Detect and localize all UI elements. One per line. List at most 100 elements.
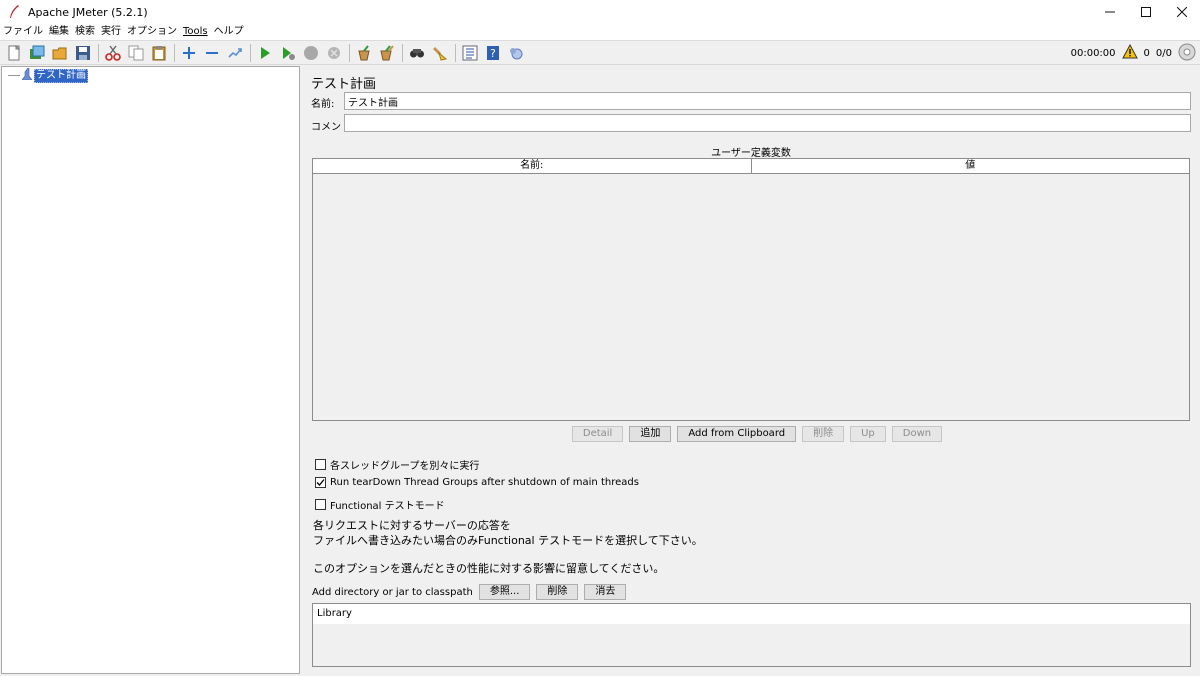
open-icon (52, 47, 67, 59)
title-bar: Apache JMeter (5.2.1) (0, 0, 1200, 24)
classpath-delete-button[interactable]: 削除 (536, 584, 579, 600)
running-indicator-icon (1178, 43, 1196, 64)
clear-all-button[interactable] (376, 42, 398, 64)
add-button[interactable]: 追加 (629, 426, 672, 442)
function-helper-button[interactable] (459, 42, 481, 64)
up-button[interactable]: Up (850, 426, 886, 442)
svg-text:?: ? (490, 47, 496, 60)
serialize-label: 各スレッドグループを別々に実行 (330, 461, 480, 472)
library-column-header[interactable]: Library (313, 604, 1190, 624)
functional-note-line2: ファイルへ書き込みたい場合のみFunctional テストモードを選択して下さい… (313, 534, 703, 547)
test-plan-panel: テスト計画 名前: コメント: ユーザー定義変数 名前: 値 Detail 追加… (304, 66, 1200, 676)
reset-search-button[interactable] (429, 42, 451, 64)
toolbar-separator (455, 43, 456, 62)
column-header-name[interactable]: 名前: (313, 159, 751, 173)
menu-help[interactable]: ヘルプ (211, 24, 247, 40)
paste-button[interactable] (148, 42, 170, 64)
down-button[interactable]: Down (891, 426, 943, 442)
start-button[interactable] (254, 42, 276, 64)
cut-button[interactable] (102, 42, 124, 64)
menu-bar: ファイル 編集 検索 実行 オプション Tools ヘルプ (0, 24, 1200, 41)
status-area: 00:00:00 0 0/0 (1071, 41, 1196, 65)
serialize-threadgroups-option[interactable]: 各スレッドグループを別々に実行 (315, 457, 479, 472)
search-button[interactable] (406, 42, 428, 64)
variables-table-title: ユーザー定義変数 (711, 148, 791, 159)
toolbar-separator (402, 43, 403, 62)
menu-tools[interactable]: Tools (180, 24, 211, 40)
tree-node-label[interactable]: テスト計画 (34, 68, 88, 83)
detail-button[interactable]: Detail (571, 426, 624, 442)
window-controls (1092, 0, 1200, 24)
minimize-icon (1105, 11, 1115, 13)
teardown-checkbox[interactable] (315, 477, 326, 488)
open-button[interactable] (49, 42, 71, 64)
warning-icon[interactable] (1121, 43, 1138, 62)
maximize-button[interactable] (1128, 0, 1164, 24)
checkmark-icon (316, 479, 325, 486)
close-button[interactable] (1164, 0, 1200, 24)
name-label: 名前: (311, 99, 335, 110)
column-header-value[interactable]: 値 (750, 159, 1190, 173)
remote-button[interactable] (505, 42, 527, 64)
clear-button[interactable] (353, 42, 375, 64)
tree-node-test-plan[interactable]: テスト計画 (8, 67, 88, 83)
function-helper-icon (462, 45, 478, 60)
paste-icon (152, 45, 166, 60)
close-icon (1177, 7, 1187, 17)
comment-input[interactable] (344, 114, 1191, 132)
functional-label: Functional テストモード (330, 501, 445, 512)
copy-icon (128, 45, 144, 60)
menu-file[interactable]: ファイル (0, 24, 46, 40)
functional-note-line3: このオプションを選んだときの性能に対する影響に留意してください。 (313, 562, 665, 575)
name-input[interactable] (344, 92, 1191, 110)
functional-mode-option[interactable]: Functional テストモード (315, 497, 445, 512)
save-button[interactable] (72, 42, 94, 64)
stop-button[interactable] (300, 42, 322, 64)
cut-icon (105, 45, 121, 61)
templates-button[interactable] (26, 42, 48, 64)
table-header: 名前: 値 (313, 159, 1189, 174)
test-plan-icon (21, 67, 33, 83)
functional-note-line1: 各リクエストに対するサーバーの応答を (313, 519, 511, 532)
test-plan-tree[interactable]: テスト計画 (1, 66, 300, 674)
delete-button[interactable]: 削除 (802, 426, 845, 442)
maximize-icon (1141, 7, 1151, 17)
templates-icon (30, 45, 45, 59)
teardown-option[interactable]: Run tearDown Thread Groups after shutdow… (315, 477, 639, 488)
toggle-button[interactable] (224, 42, 246, 64)
library-list[interactable]: Library (312, 603, 1191, 667)
start-icon (261, 46, 270, 59)
new-button[interactable] (3, 42, 25, 64)
toolbar-separator (174, 43, 175, 62)
variables-table[interactable]: 名前: 値 (312, 158, 1190, 421)
add-from-clipboard-button[interactable]: Add from Clipboard (677, 426, 797, 442)
help-button[interactable]: ? (482, 42, 504, 64)
expand-all-button[interactable] (178, 42, 200, 64)
tree-connector (8, 75, 20, 76)
menu-search[interactable]: 検索 (72, 24, 98, 40)
teardown-label: Run tearDown Thread Groups after shutdow… (330, 477, 639, 488)
warning-count: 0 (1143, 47, 1150, 59)
browse-button[interactable]: 参照... (478, 584, 531, 600)
search-icon (410, 48, 424, 57)
thread-count: 0/0 (1155, 47, 1172, 59)
collapse-all-button[interactable] (201, 42, 223, 64)
functional-checkbox[interactable] (315, 499, 326, 510)
menu-options[interactable]: オプション (124, 24, 180, 40)
menu-run[interactable]: 実行 (98, 24, 124, 40)
menu-edit[interactable]: 編集 (46, 24, 72, 40)
reset-search-icon (432, 46, 448, 61)
classpath-clear-button[interactable]: 消去 (584, 584, 627, 600)
toolbar-separator (98, 43, 99, 62)
remote-icon (510, 47, 523, 59)
start-no-pause-button[interactable] (277, 42, 299, 64)
classpath-row: Add directory or jar to classpath 参照... … (312, 584, 627, 600)
collapse-icon (206, 51, 218, 54)
shutdown-button[interactable] (323, 42, 345, 64)
serialize-checkbox[interactable] (315, 459, 326, 470)
copy-button[interactable] (125, 42, 147, 64)
save-icon (76, 45, 90, 60)
elapsed-timer: 00:00:00 (1070, 47, 1116, 59)
new-icon (8, 44, 21, 60)
minimize-button[interactable] (1092, 0, 1128, 24)
